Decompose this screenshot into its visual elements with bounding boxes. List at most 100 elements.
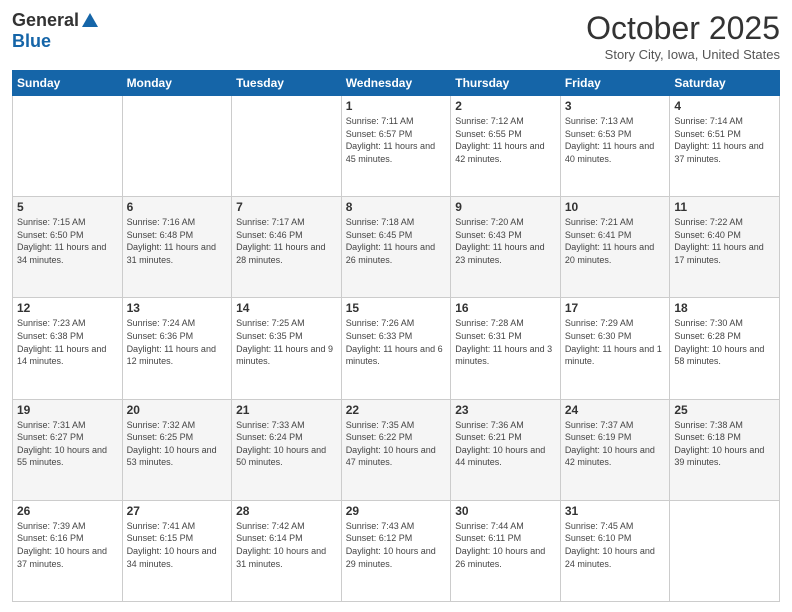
day-number: 25 — [674, 403, 775, 417]
col-friday: Friday — [560, 71, 670, 96]
day-number: 23 — [455, 403, 556, 417]
day-number: 16 — [455, 301, 556, 315]
day-info: Sunrise: 7:22 AMSunset: 6:40 PMDaylight:… — [674, 216, 775, 266]
day-number: 14 — [236, 301, 337, 315]
day-info: Sunrise: 7:14 AMSunset: 6:51 PMDaylight:… — [674, 115, 775, 165]
day-info: Sunrise: 7:12 AMSunset: 6:55 PMDaylight:… — [455, 115, 556, 165]
calendar-week-row: 12Sunrise: 7:23 AMSunset: 6:38 PMDayligh… — [13, 298, 780, 399]
table-row: 11 Sunrise: 7:22 AMSunset: 6:40 PMDayligh… — [670, 197, 780, 298]
day-number: 21 — [236, 403, 337, 417]
calendar-week-row: 5 Sunrise: 7:15 AMSunset: 6:50 PMDaylight… — [13, 197, 780, 298]
table-row — [122, 96, 232, 197]
day-info: Sunrise: 7:42 AMSunset: 6:14 PMDaylight:… — [236, 520, 337, 570]
day-number: 1 — [346, 99, 447, 113]
calendar-week-row: 19 Sunrise: 7:31 AMSunset: 6:27 PMDayligh… — [13, 399, 780, 500]
table-row: 1 Sunrise: 7:11 AMSunset: 6:57 PMDaylight… — [341, 96, 451, 197]
table-row: 13 Sunrise: 7:24 AMSunset: 6:36 PMDayligh… — [122, 298, 232, 399]
table-row: 28 Sunrise: 7:42 AMSunset: 6:14 PMDayligh… — [232, 500, 342, 601]
day-info: Sunrise: 7:16 AMSunset: 6:48 PMDaylight:… — [127, 216, 228, 266]
day-info: Sunrise: 7:29 AMSunset: 6:30 PMDaylight:… — [565, 317, 666, 367]
day-info: Sunrise: 7:33 AMSunset: 6:24 PMDaylight:… — [236, 419, 337, 469]
col-monday: Monday — [122, 71, 232, 96]
table-row: 6 Sunrise: 7:16 AMSunset: 6:48 PMDaylight… — [122, 197, 232, 298]
day-info: Sunrise: 7:31 AMSunset: 6:27 PMDaylight:… — [17, 419, 118, 469]
day-info: Sunrise: 7:24 AMSunset: 6:36 PMDaylight:… — [127, 317, 228, 367]
table-row: 23Sunrise: 7:36 AMSunset: 6:21 PMDayligh… — [451, 399, 561, 500]
day-info: Sunrise: 7:43 AMSunset: 6:12 PMDaylight:… — [346, 520, 447, 570]
calendar-week-row: 1 Sunrise: 7:11 AMSunset: 6:57 PMDaylight… — [13, 96, 780, 197]
table-row: 7 Sunrise: 7:17 AMSunset: 6:46 PMDaylight… — [232, 197, 342, 298]
day-info: Sunrise: 7:39 AMSunset: 6:16 PMDaylight:… — [17, 520, 118, 570]
col-thursday: Thursday — [451, 71, 561, 96]
day-info: Sunrise: 7:20 AMSunset: 6:43 PMDaylight:… — [455, 216, 556, 266]
day-number: 4 — [674, 99, 775, 113]
day-number: 27 — [127, 504, 228, 518]
day-number: 13 — [127, 301, 228, 315]
day-info: Sunrise: 7:26 AMSunset: 6:33 PMDaylight:… — [346, 317, 447, 367]
day-number: 30 — [455, 504, 556, 518]
month-title: October 2025 — [586, 10, 780, 47]
day-info: Sunrise: 7:30 AMSunset: 6:28 PMDaylight:… — [674, 317, 775, 367]
table-row — [13, 96, 123, 197]
table-row: 27 Sunrise: 7:41 AMSunset: 6:15 PMDayligh… — [122, 500, 232, 601]
day-info: Sunrise: 7:28 AMSunset: 6:31 PMDaylight:… — [455, 317, 556, 367]
day-number: 19 — [17, 403, 118, 417]
col-saturday: Saturday — [670, 71, 780, 96]
day-number: 22 — [346, 403, 447, 417]
table-row: 29Sunrise: 7:43 AMSunset: 6:12 PMDayligh… — [341, 500, 451, 601]
table-row: 5 Sunrise: 7:15 AMSunset: 6:50 PMDaylight… — [13, 197, 123, 298]
header-right: October 2025 Story City, Iowa, United St… — [586, 10, 780, 62]
table-row: 9 Sunrise: 7:20 AMSunset: 6:43 PMDaylight… — [451, 197, 561, 298]
table-row: 20Sunrise: 7:32 AMSunset: 6:25 PMDayligh… — [122, 399, 232, 500]
day-number: 10 — [565, 200, 666, 214]
table-row: 30Sunrise: 7:44 AMSunset: 6:11 PMDayligh… — [451, 500, 561, 601]
table-row: 14 Sunrise: 7:25 AMSunset: 6:35 PMDayligh… — [232, 298, 342, 399]
day-number: 7 — [236, 200, 337, 214]
header: General Blue October 2025 Story City, Io… — [12, 10, 780, 62]
page: General Blue October 2025 Story City, Io… — [0, 0, 792, 612]
day-number: 18 — [674, 301, 775, 315]
day-info: Sunrise: 7:45 AMSunset: 6:10 PMDaylight:… — [565, 520, 666, 570]
day-number: 24 — [565, 403, 666, 417]
table-row — [232, 96, 342, 197]
table-row: 21 Sunrise: 7:33 AMSunset: 6:24 PMDayligh… — [232, 399, 342, 500]
day-info: Sunrise: 7:25 AMSunset: 6:35 PMDaylight:… — [236, 317, 337, 367]
day-number: 26 — [17, 504, 118, 518]
day-number: 8 — [346, 200, 447, 214]
col-sunday: Sunday — [13, 71, 123, 96]
table-row: 18 Sunrise: 7:30 AMSunset: 6:28 PMDayligh… — [670, 298, 780, 399]
table-row: 12Sunrise: 7:23 AMSunset: 6:38 PMDayligh… — [13, 298, 123, 399]
day-info: Sunrise: 7:35 AMSunset: 6:22 PMDaylight:… — [346, 419, 447, 469]
logo: General Blue — [12, 10, 98, 52]
day-number: 11 — [674, 200, 775, 214]
table-row: 2Sunrise: 7:12 AMSunset: 6:55 PMDaylight… — [451, 96, 561, 197]
logo-blue-text: Blue — [12, 31, 51, 52]
day-info: Sunrise: 7:11 AMSunset: 6:57 PMDaylight:… — [346, 115, 447, 165]
table-row: 26 Sunrise: 7:39 AMSunset: 6:16 PMDayligh… — [13, 500, 123, 601]
day-info: Sunrise: 7:17 AMSunset: 6:46 PMDaylight:… — [236, 216, 337, 266]
calendar-table: Sunday Monday Tuesday Wednesday Thursday… — [12, 70, 780, 602]
logo-triangle-icon — [82, 13, 98, 27]
day-info: Sunrise: 7:41 AMSunset: 6:15 PMDaylight:… — [127, 520, 228, 570]
table-row — [670, 500, 780, 601]
day-number: 9 — [455, 200, 556, 214]
day-number: 12 — [17, 301, 118, 315]
day-number: 5 — [17, 200, 118, 214]
table-row: 19 Sunrise: 7:31 AMSunset: 6:27 PMDayligh… — [13, 399, 123, 500]
calendar-header-row: Sunday Monday Tuesday Wednesday Thursday… — [13, 71, 780, 96]
table-row: 16 Sunrise: 7:28 AMSunset: 6:31 PMDayligh… — [451, 298, 561, 399]
table-row: 8 Sunrise: 7:18 AMSunset: 6:45 PMDaylight… — [341, 197, 451, 298]
table-row: 3Sunrise: 7:13 AMSunset: 6:53 PMDaylight… — [560, 96, 670, 197]
col-wednesday: Wednesday — [341, 71, 451, 96]
day-info: Sunrise: 7:15 AMSunset: 6:50 PMDaylight:… — [17, 216, 118, 266]
table-row: 15 Sunrise: 7:26 AMSunset: 6:33 PMDayligh… — [341, 298, 451, 399]
table-row: 10Sunrise: 7:21 AMSunset: 6:41 PMDayligh… — [560, 197, 670, 298]
table-row: 25Sunrise: 7:38 AMSunset: 6:18 PMDayligh… — [670, 399, 780, 500]
col-tuesday: Tuesday — [232, 71, 342, 96]
day-number: 6 — [127, 200, 228, 214]
day-info: Sunrise: 7:18 AMSunset: 6:45 PMDaylight:… — [346, 216, 447, 266]
day-number: 15 — [346, 301, 447, 315]
day-number: 3 — [565, 99, 666, 113]
table-row: 31Sunrise: 7:45 AMSunset: 6:10 PMDayligh… — [560, 500, 670, 601]
day-number: 28 — [236, 504, 337, 518]
